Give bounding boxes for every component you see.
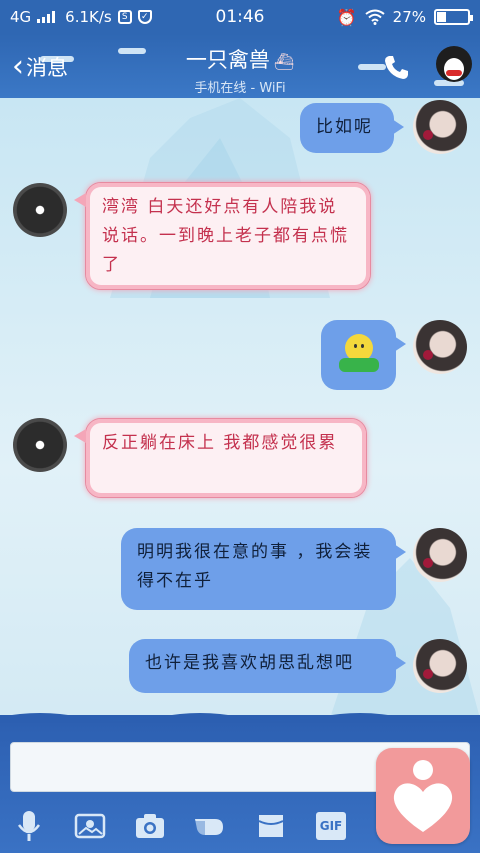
contact-name: 一只禽兽 (185, 48, 270, 72)
alarm-icon: ⏰ (336, 7, 357, 27)
s-notification-icon: S (117, 10, 132, 24)
message-text: 明明我很在意的事 ，我会装得不在乎 (137, 542, 373, 591)
signal-icon (37, 11, 56, 23)
status-bar: 4G 6.1K/s S ✓ 01:46 ⏰ 27% (0, 0, 480, 34)
red-packet-button[interactable] (193, 809, 227, 843)
ship-icon: ⛴ (273, 52, 295, 71)
message-bubble-me[interactable]: 也许是我喜欢胡思乱想吧 (129, 639, 406, 693)
message-bubble-me[interactable]: 明明我很在意的事 ，我会装得不在乎 (121, 528, 406, 610)
my-avatar[interactable] (413, 100, 467, 154)
contact-avatar[interactable] (13, 183, 67, 237)
wave-decoration (0, 713, 480, 723)
network-type: 4G (10, 8, 32, 26)
message-bubble-me[interactable] (321, 320, 406, 390)
camera-icon (136, 814, 164, 838)
battery-fill (437, 12, 446, 22)
battery-percent: 27% (392, 8, 426, 26)
wifi-icon (365, 9, 385, 25)
image-button[interactable] (73, 809, 107, 843)
message-bubble-other[interactable]: 反正躺在床上 我都感觉很累 (74, 418, 367, 498)
file-button[interactable] (254, 809, 288, 843)
chat-header: ‹ 消息 一只禽兽 ⛴ 手机在线 - WiFi (0, 34, 480, 98)
gif-icon: GIF (316, 812, 346, 840)
message-text: 比如呢 (316, 117, 373, 137)
my-avatar[interactable] (413, 639, 467, 693)
shield-icon: ✓ (137, 10, 152, 24)
message-text: 湾湾 白天还好点有人陪我说说话。一到晚上老子都有点慌了 (102, 197, 349, 275)
microphone-icon (17, 811, 41, 841)
message-text: 反正躺在床上 我都感觉很累 (102, 433, 338, 453)
phone-call-icon[interactable] (382, 52, 412, 82)
network-speed: 6.1K/s (65, 8, 112, 26)
contact-profile-avatar[interactable] (436, 46, 472, 82)
gif-label: GIF (319, 819, 343, 833)
contact-avatar[interactable] (13, 418, 67, 472)
my-avatar[interactable] (413, 528, 467, 582)
chat-area[interactable]: 比如呢 湾湾 白天还好点有人陪我说说话。一到晚上老子都有点慌了 反正躺在床上 我… (0, 98, 480, 715)
battery-icon (434, 9, 473, 25)
emoji-sticker (339, 334, 379, 372)
hand-icon (195, 819, 223, 835)
folder-icon (258, 815, 284, 837)
camera-button[interactable] (133, 809, 167, 843)
voice-button[interactable] (12, 809, 46, 843)
message-bubble-me[interactable]: 比如呢 (300, 103, 404, 153)
floating-love-button[interactable] (376, 748, 470, 844)
message-bubble-other[interactable]: 湾湾 白天还好点有人陪我说说话。一到晚上老子都有点慌了 (74, 182, 371, 290)
heart-person-icon (393, 760, 453, 832)
picture-icon (74, 813, 106, 839)
gif-button[interactable]: GIF (314, 809, 348, 843)
my-avatar[interactable] (413, 320, 467, 374)
message-text: 也许是我喜欢胡思乱想吧 (145, 653, 354, 673)
